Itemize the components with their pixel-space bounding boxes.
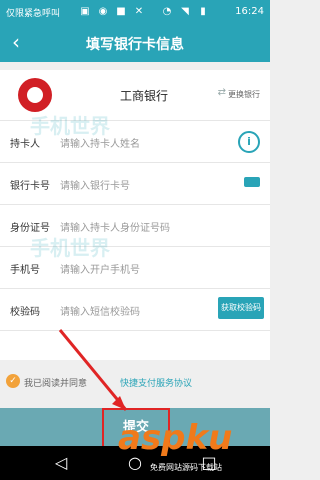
page-title: 填写银行卡信息 [86, 37, 184, 53]
watermark-2: 手机世界 [30, 236, 110, 260]
bank-logo [18, 78, 52, 112]
signal-icon: ◥ [181, 6, 189, 17]
notification-icon: ▣ [80, 6, 90, 17]
swap-icon: ⇄ [217, 87, 226, 98]
verification-label: 校验码 [10, 307, 40, 318]
watermark: 手机世界 [30, 114, 110, 138]
card-scan-icon[interactable] [244, 177, 260, 187]
battery-icon: ▮ [200, 6, 206, 17]
status-text: 仅限紧急呼叫 [6, 9, 61, 19]
card-number-row: 银行卡号 请输入银行卡号 [0, 162, 270, 205]
status-time: 16:24 [235, 6, 264, 17]
agreement-link[interactable]: 快捷支付服务协议 [120, 376, 192, 389]
vibrate-icon: ✕ [134, 6, 144, 17]
card-number-label: 银行卡号 [10, 181, 50, 192]
app-icon: ◉ [98, 6, 108, 17]
check-icon[interactable]: ✓ [6, 374, 20, 388]
verification-input[interactable]: 请输入短信校验码 [60, 303, 140, 318]
agreement-text: 我已阅读并同意 [24, 379, 88, 389]
app-header: ‹ 填写银行卡信息 [0, 24, 270, 62]
wifi-icon: ◔ [162, 6, 172, 17]
app-icon-2: ■ [116, 6, 126, 17]
bank-name: 工商银行 [120, 89, 169, 103]
get-code-button[interactable]: 获取校验码 [218, 297, 264, 319]
card-number-input[interactable]: 请输入银行卡号 [60, 177, 130, 192]
info-icon[interactable]: i [238, 131, 260, 153]
brand-watermark: aspku [118, 418, 233, 458]
status-bar: 仅限紧急呼叫 ▣ ◉ ■ ✕ ◔ ◥ ▮ 16:24 [0, 0, 270, 24]
phone-label: 手机号 [10, 265, 40, 276]
brand-subtitle: 免费网站源码下载站 [150, 463, 222, 472]
verification-row: 校验码 请输入短信校验码 获取校验码 [0, 288, 270, 331]
phone-input[interactable]: 请输入开户手机号 [60, 261, 140, 276]
back-icon[interactable]: ◁ [52, 454, 70, 472]
change-bank-link[interactable]: 更换银行 [228, 89, 260, 100]
agreement-row: ✓ 我已阅读并同意 快捷支付服务协议 [0, 372, 270, 392]
